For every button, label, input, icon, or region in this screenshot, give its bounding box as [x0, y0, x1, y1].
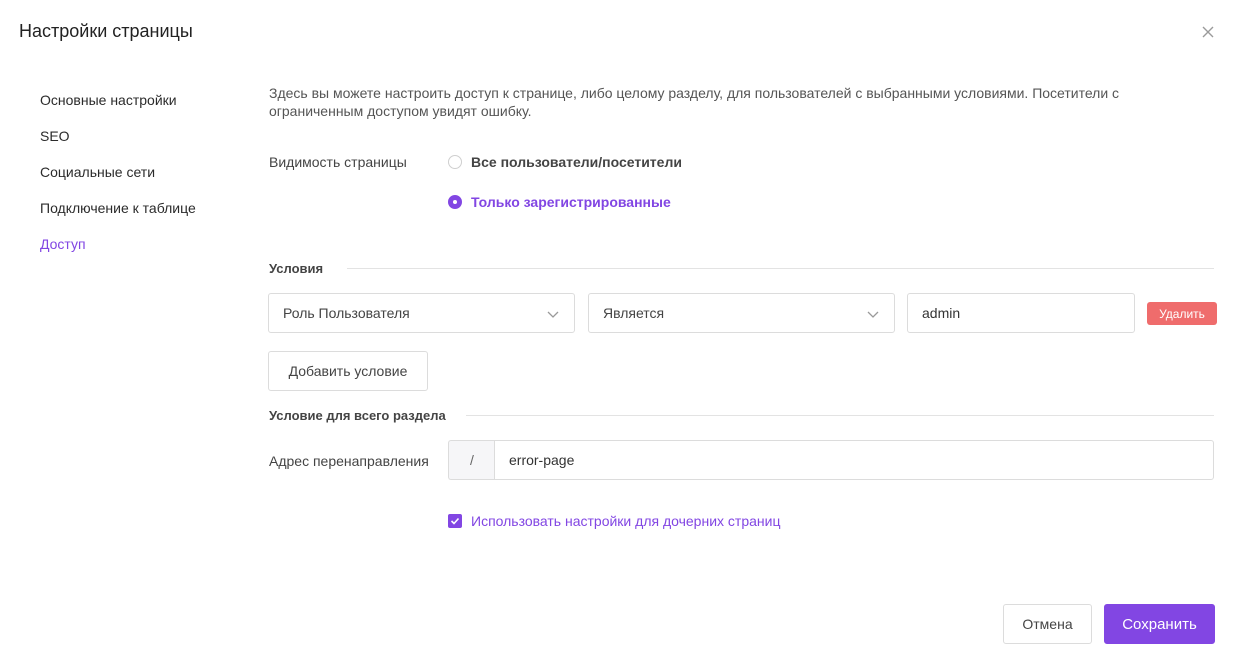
cancel-button[interactable]: Отмена [1003, 604, 1092, 644]
access-description: Здесь вы можете настроить доступ к стран… [269, 85, 1120, 119]
select-value: Является [603, 305, 665, 321]
checkbox-checked-icon [448, 514, 462, 528]
condition-operator-select[interactable]: Является [588, 293, 895, 333]
visibility-label: Видимость страницы [269, 154, 407, 170]
chevron-down-icon [867, 311, 879, 318]
select-value: Роль Пользователя [283, 305, 410, 321]
sidebar-item-table-connection[interactable]: Подключение к таблице [40, 200, 196, 216]
section-condition-divider [466, 415, 1214, 416]
sidebar-item-general[interactable]: Основные настройки [40, 92, 177, 108]
redirect-label: Адрес перенаправления [269, 453, 429, 469]
child-pages-checkbox[interactable]: Использовать настройки для дочерних стра… [448, 513, 780, 529]
conditions-divider [347, 268, 1214, 269]
chevron-down-icon [547, 311, 559, 318]
delete-condition-button[interactable]: Удалить [1147, 302, 1217, 325]
conditions-title: Условия [269, 261, 324, 276]
close-button[interactable] [1198, 22, 1218, 42]
radio-unchecked-icon [448, 155, 462, 169]
page-settings-dialog: Настройки страницы Основные настройки SE… [0, 0, 1233, 662]
radio-checked-icon [448, 195, 462, 209]
condition-field-select[interactable]: Роль Пользователя [268, 293, 575, 333]
section-condition-title: Условие для всего раздела [269, 408, 446, 423]
add-condition-button[interactable]: Добавить условие [268, 351, 428, 391]
sidebar-item-social[interactable]: Социальные сети [40, 164, 155, 180]
close-icon [1202, 26, 1214, 38]
redirect-prefix: / [448, 440, 495, 480]
checkbox-label: Использовать настройки для дочерних стра… [471, 513, 781, 529]
dialog-title: Настройки страницы [19, 21, 193, 41]
radio-label: Все пользователи/посетители [471, 154, 682, 170]
sidebar-item-access[interactable]: Доступ [40, 236, 86, 252]
radio-label: Только зарегистрированные [471, 194, 671, 210]
radio-all-users[interactable]: Все пользователи/посетители [448, 154, 682, 170]
radio-registered-only[interactable]: Только зарегистрированные [448, 194, 671, 210]
condition-value-input[interactable] [907, 293, 1135, 333]
redirect-input[interactable] [494, 440, 1214, 480]
sidebar-item-seo[interactable]: SEO [40, 128, 70, 144]
save-button[interactable]: Сохранить [1104, 604, 1215, 644]
